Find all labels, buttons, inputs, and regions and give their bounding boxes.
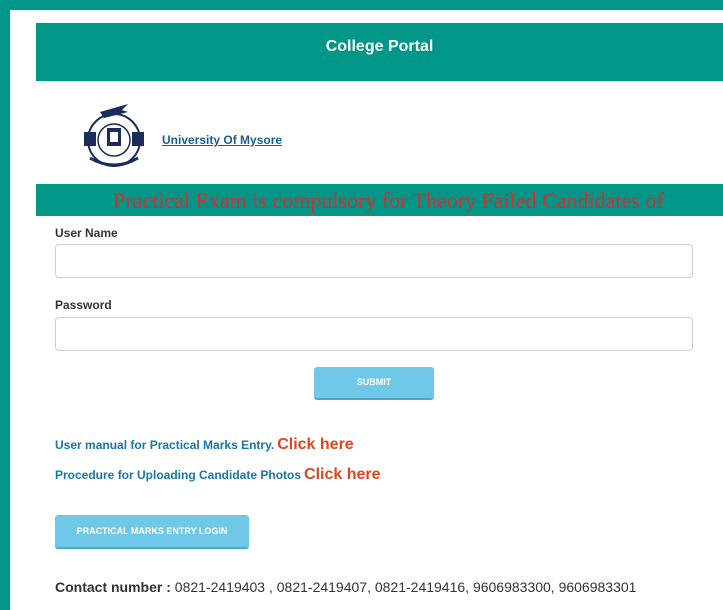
contact-info: Contact number : 0821-2419403 , 0821-241… xyxy=(55,577,695,597)
submit-button-label: SUBMIT xyxy=(356,377,392,387)
submit-button[interactable]: SUBMIT xyxy=(314,367,434,400)
username-input[interactable] xyxy=(55,244,693,278)
password-input[interactable] xyxy=(55,317,693,351)
manual-click-here-link[interactable]: Click here xyxy=(277,436,353,453)
photos-link-text: Procedure for Uploading Candidate Photos xyxy=(55,468,302,482)
university-logo xyxy=(78,98,150,173)
contact-label: Contact number : xyxy=(55,579,171,595)
university-link[interactable]: University Of Mysore xyxy=(162,133,282,147)
username-label: User Name xyxy=(55,226,118,240)
practical-marks-entry-login-button[interactable]: PRACTICAL MARKS ENTRY LOGIN xyxy=(55,515,249,549)
notice-text: Practical Exam is compulsory for Theory … xyxy=(113,188,664,213)
portal-header: College Portal xyxy=(36,23,723,81)
notice-marquee: Practical Exam is compulsory for Theory … xyxy=(36,184,723,216)
practical-button-label: PRACTICAL MARKS ENTRY LOGIN xyxy=(76,526,228,536)
contact-numbers: 0821-2419403 , 0821-2419407, 0821-241941… xyxy=(174,579,637,595)
page-title: College Portal xyxy=(325,38,434,55)
manual-link-line: User manual for Practical Marks Entry. Cl… xyxy=(55,436,354,454)
photos-click-here-link[interactable]: Click here xyxy=(304,466,380,483)
photos-link-line: Procedure for Uploading Candidate Photos… xyxy=(55,466,381,484)
password-label: Password xyxy=(55,298,112,312)
manual-link-text: User manual for Practical Marks Entry. xyxy=(55,438,275,452)
